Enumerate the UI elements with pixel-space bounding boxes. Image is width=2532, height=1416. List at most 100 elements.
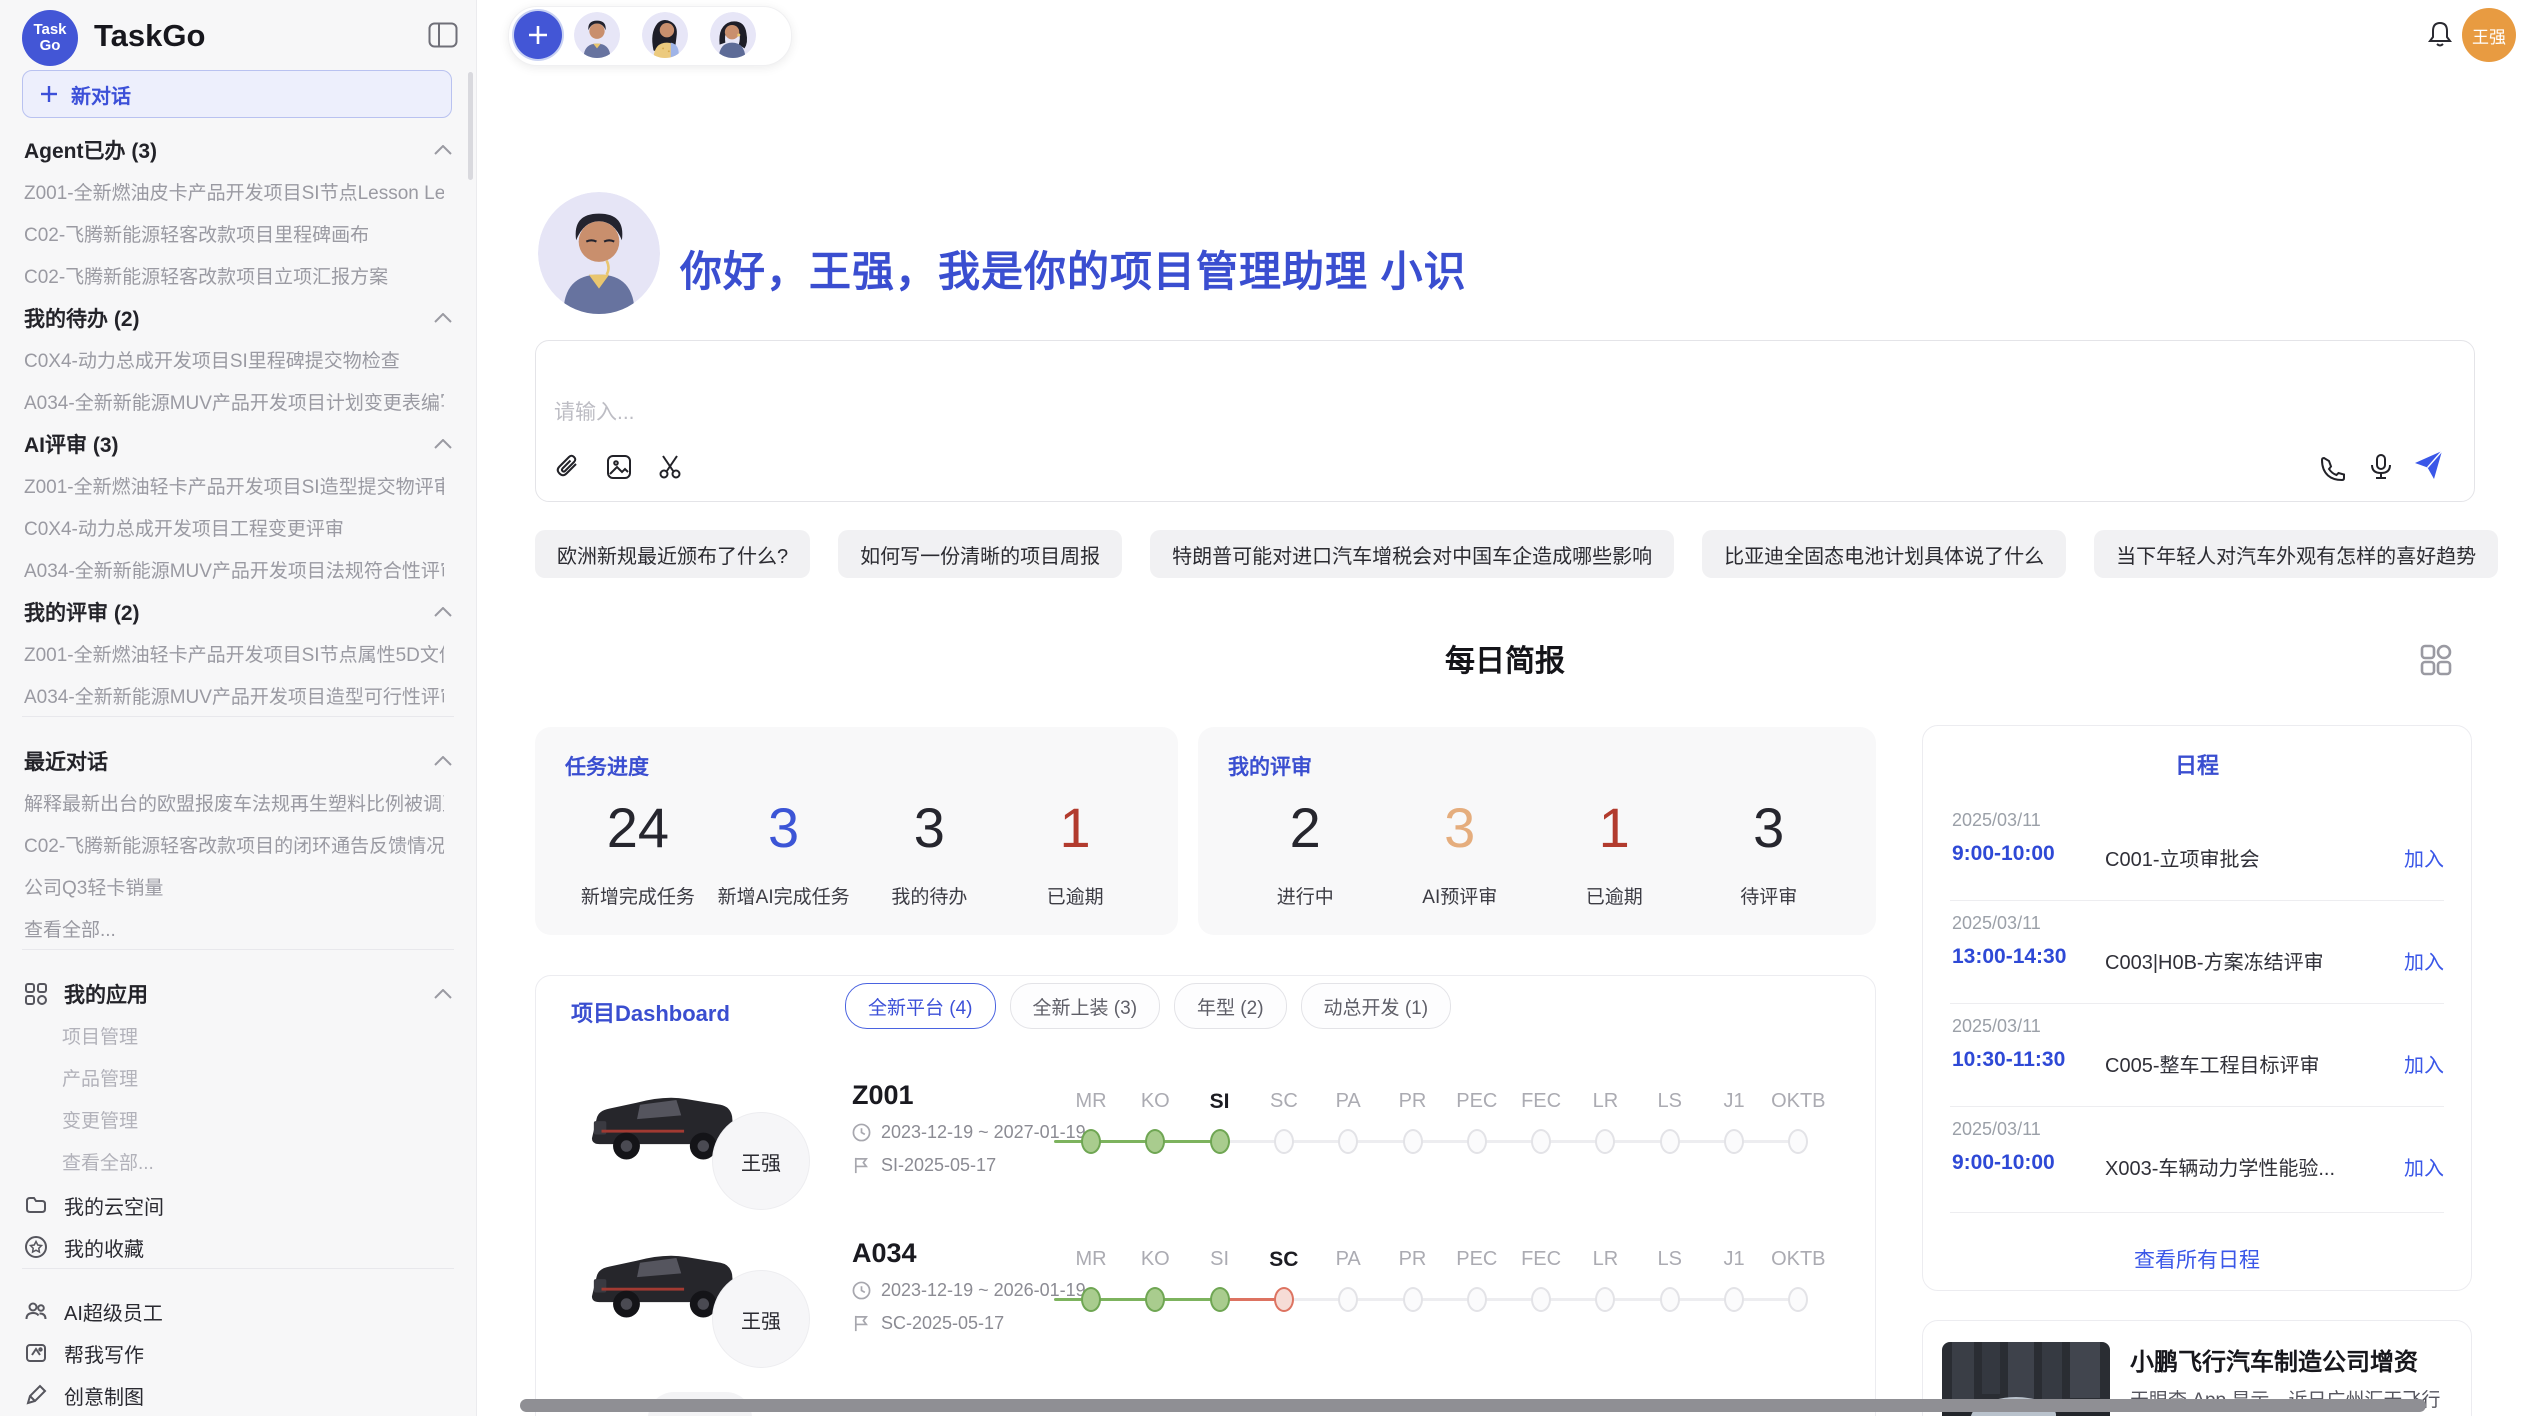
join-meeting-link[interactable]: 加入	[2380, 1152, 2444, 1181]
chevron-up-icon[interactable]	[434, 607, 452, 617]
conversation-item[interactable]: A034-全新新能源MUV产品开发项目法规符合性评审	[24, 548, 444, 590]
conversation-item[interactable]: C02-飞腾新能源轻客改款项目里程碑画布	[24, 212, 444, 254]
milestone-dot[interactable]	[1145, 1129, 1165, 1154]
milestone-dot[interactable]	[1081, 1129, 1101, 1154]
user-avatar[interactable]: 王强	[2462, 8, 2516, 62]
conversation-item[interactable]: Z001-全新燃油轻卡产品开发项目SI造型提交物评审	[24, 464, 444, 506]
project-name[interactable]: Z001	[852, 1080, 914, 1111]
milestone-dot[interactable]	[1145, 1287, 1165, 1312]
sidebar-item-creative-draw[interactable]: 创意制图	[24, 1374, 452, 1416]
milestone-dot[interactable]	[1274, 1287, 1294, 1312]
voice-call-icon[interactable]	[2318, 454, 2348, 484]
conversation-item[interactable]: 公司Q3轻卡销量	[24, 865, 444, 907]
milestone-label: J1	[1699, 1090, 1769, 1113]
scissors-icon[interactable]	[656, 452, 686, 482]
milestone-dot[interactable]	[1595, 1287, 1615, 1312]
milestone-dot[interactable]	[1210, 1129, 1230, 1154]
conversation-item[interactable]: A034-全新新能源MUV产品开发项目造型可行性评审	[24, 674, 444, 716]
microphone-icon[interactable]	[2366, 452, 2396, 482]
notifications-bell-icon[interactable]	[2424, 18, 2456, 50]
milestone-dot[interactable]	[1660, 1287, 1680, 1312]
conversation-item[interactable]: C02-飞腾新能源轻客改款项目的闭环通告反馈情况	[24, 823, 444, 865]
section-my-todo[interactable]: 我的待办 (2)	[24, 296, 452, 340]
suggestion-chip[interactable]: 如何写一份清晰的项目周报	[838, 530, 1122, 578]
conversation-item[interactable]: 解释最新出台的欧盟报废车法规再生塑料比例被调至15%...	[24, 781, 444, 823]
section-my-review[interactable]: 我的评审 (2)	[24, 590, 452, 634]
join-meeting-link[interactable]: 加入	[2380, 1049, 2444, 1078]
tab-powertrain[interactable]: 动总开发 (1)	[1301, 983, 1452, 1029]
view-all-apps-link[interactable]: 查看全部...	[62, 1140, 442, 1182]
sidebar-item-cloud-space[interactable]: 我的云空间	[24, 1184, 452, 1226]
project-name[interactable]: A034	[852, 1238, 917, 1269]
horizontal-scrollbar[interactable]	[520, 1399, 2426, 1412]
tab-all-new-platform[interactable]: 全新平台 (4)	[845, 983, 996, 1029]
milestone-dot[interactable]	[1467, 1129, 1487, 1154]
join-meeting-link[interactable]: 加入	[2380, 946, 2444, 975]
daily-briefing-title: 每日简报	[535, 636, 2475, 680]
milestone-dot[interactable]	[1788, 1287, 1808, 1312]
section-title: Agent已办 (3)	[24, 135, 157, 165]
greeting-text: 你好，王强，我是你的项目管理助理 小识	[680, 238, 1467, 299]
app-link-change-mgmt[interactable]: 变更管理	[62, 1098, 442, 1140]
section-ai-review[interactable]: AI评审 (3)	[24, 422, 452, 466]
milestone-dot[interactable]	[1403, 1129, 1423, 1154]
section-my-apps[interactable]: 我的应用	[24, 972, 452, 1016]
tab-new-body[interactable]: 全新上装 (3)	[1010, 983, 1161, 1029]
chevron-up-icon[interactable]	[434, 989, 452, 999]
milestone-dot[interactable]	[1403, 1287, 1423, 1312]
agent-avatar-1[interactable]	[574, 12, 620, 58]
agent-avatar-3[interactable]	[710, 12, 756, 58]
sidebar-item-help-write[interactable]: 帮我写作	[24, 1332, 452, 1374]
section-recent-chats[interactable]: 最近对话	[24, 739, 452, 783]
schedule-date: 2025/03/11	[1952, 913, 2041, 934]
app-link-product-mgmt[interactable]: 产品管理	[62, 1056, 442, 1098]
section-agent-done[interactable]: Agent已办 (3)	[24, 128, 452, 172]
briefing-layout-icon[interactable]	[2414, 638, 2458, 682]
suggestion-chip[interactable]: 欧洲新规最近颁布了什么?	[535, 530, 810, 578]
sidebar-item-favorites[interactable]: 我的收藏	[24, 1226, 452, 1268]
milestone-dot[interactable]	[1595, 1129, 1615, 1154]
sidebar-collapse-icon[interactable]	[428, 22, 458, 48]
milestone-dot[interactable]	[1274, 1129, 1294, 1154]
milestone-dot[interactable]	[1788, 1129, 1808, 1154]
conversation-item[interactable]: Z001-全新燃油轻卡产品开发项目SI节点属性5D文件评审	[24, 632, 444, 674]
view-all-chats-link[interactable]: 查看全部...	[24, 907, 444, 949]
conversation-item[interactable]: C0X4-动力总成开发项目SI里程碑提交物检查	[24, 338, 444, 380]
chevron-up-icon[interactable]	[434, 756, 452, 766]
sidebar-item-ai-staff[interactable]: AI超级员工	[24, 1290, 452, 1332]
milestone-dot[interactable]	[1081, 1287, 1101, 1312]
milestone-dot[interactable]	[1467, 1287, 1487, 1312]
conversation-item[interactable]: Z001-全新燃油皮卡产品开发项目SI节点Lesson Learn报告	[24, 170, 444, 212]
attachment-icon[interactable]	[552, 452, 582, 482]
assistant-avatar	[538, 192, 660, 314]
suggestion-chip[interactable]: 当下年轻人对汽车外观有怎样的喜好趋势	[2094, 530, 2498, 578]
chevron-up-icon[interactable]	[434, 313, 452, 323]
conversation-item[interactable]: A034-全新新能源MUV产品开发项目计划变更表编写	[24, 380, 444, 422]
chevron-up-icon[interactable]	[434, 145, 452, 155]
add-agent-button[interactable]	[514, 11, 562, 59]
view-all-schedule-link[interactable]: 查看所有日程	[1922, 1244, 2472, 1274]
send-icon[interactable]	[2412, 448, 2446, 482]
milestone-dot[interactable]	[1724, 1287, 1744, 1312]
milestone-dot[interactable]	[1724, 1129, 1744, 1154]
agent-avatar-2[interactable]	[642, 12, 688, 58]
milestone-dot[interactable]	[1210, 1287, 1230, 1312]
image-upload-icon[interactable]	[604, 452, 634, 482]
tab-year-model[interactable]: 年型 (2)	[1174, 983, 1287, 1029]
chevron-up-icon[interactable]	[434, 439, 452, 449]
conversation-item[interactable]: C02-飞腾新能源轻客改款项目立项汇报方案	[24, 254, 444, 296]
join-meeting-link[interactable]: 加入	[2380, 843, 2444, 872]
my-review-card: 我的评审 2进行中 3AI预评审 1已逾期 3待评审	[1198, 727, 1876, 935]
chat-input[interactable]	[552, 392, 1956, 434]
suggestion-chip[interactable]: 比亚迪全固态电池计划具体说了什么	[1702, 530, 2066, 578]
milestone-dot[interactable]	[1531, 1129, 1551, 1154]
new-chat-button[interactable]: 新对话	[22, 70, 452, 118]
app-link-project-mgmt[interactable]: 项目管理	[62, 1014, 442, 1056]
conversation-item[interactable]: C0X4-动力总成开发项目工程变更评审	[24, 506, 444, 548]
sidebar-scrollbar[interactable]	[468, 72, 473, 180]
suggestion-chip[interactable]: 特朗普可能对进口汽车增税会对中国车企造成哪些影响	[1150, 530, 1674, 578]
milestone-dot[interactable]	[1531, 1287, 1551, 1312]
milestone-dot[interactable]	[1338, 1287, 1358, 1312]
milestone-dot[interactable]	[1660, 1129, 1680, 1154]
milestone-dot[interactable]	[1338, 1129, 1358, 1154]
